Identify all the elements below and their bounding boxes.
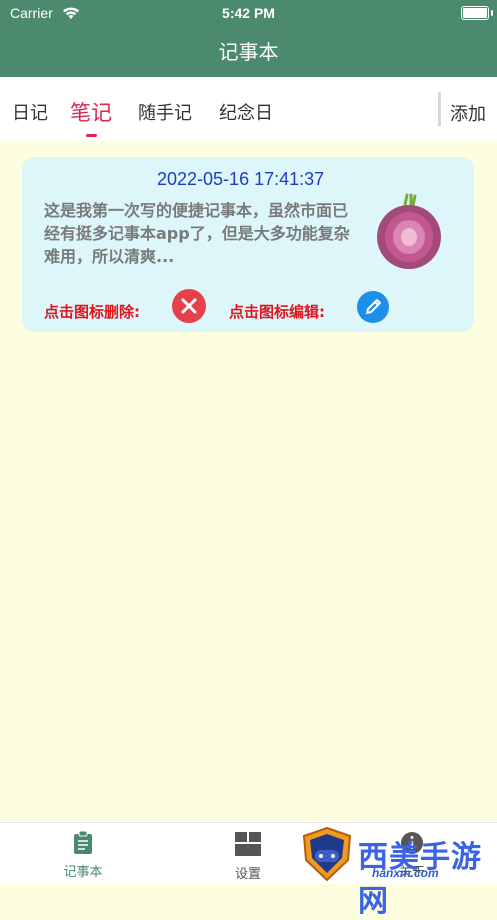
clipboard-icon xyxy=(74,830,92,854)
bottom-tab-notebook[interactable]: 记事本 xyxy=(33,830,133,880)
onion-icon xyxy=(377,193,441,269)
nav-header: Carrier 5:42 PM 记事本 xyxy=(0,0,497,77)
page-title: 记事本 xyxy=(218,40,279,64)
tab-notes[interactable]: 笔记 xyxy=(70,97,112,127)
divider xyxy=(438,92,441,126)
note-card[interactable]: 2022-05-16 17:41:37 这是我第一次写的便捷记事本，虽然市面已经… xyxy=(22,157,474,332)
edit-hint-label: 点击图标编辑: xyxy=(229,303,325,321)
status-bar: Carrier 5:42 PM xyxy=(0,4,497,24)
note-date: 2022-05-16 17:41:37 xyxy=(157,169,325,189)
delete-hint-label: 点击图标删除: xyxy=(44,303,140,321)
dashboard-icon xyxy=(235,832,261,856)
tab-diary[interactable]: 日记 xyxy=(12,99,48,125)
clock: 5:42 PM xyxy=(222,5,275,21)
battery-icon xyxy=(461,6,493,20)
tab-anniversary[interactable]: 纪念日 xyxy=(219,99,273,125)
active-tab-indicator xyxy=(86,134,97,137)
bottom-tab-notebook-label: 记事本 xyxy=(63,865,103,880)
note-preview: 这是我第一次写的便捷记事本，虽然市面已经有挺多记事本app了，但是大多功能复杂难… xyxy=(44,201,350,266)
bottom-tab-settings-label: 设置 xyxy=(234,867,261,882)
pencil-icon xyxy=(366,299,381,314)
tab-jottings[interactable]: 随手记 xyxy=(138,99,192,125)
add-button[interactable]: 添加 xyxy=(450,100,486,126)
category-tabs: 日记 笔记 随手记 纪念日 xyxy=(0,77,497,141)
watermark: 西美手游网 hanxm.com xyxy=(300,826,497,919)
delete-button[interactable] xyxy=(172,289,206,323)
watermark-url: hanxm.com xyxy=(372,866,439,880)
bottom-tab-settings[interactable]: 设置 xyxy=(198,831,298,882)
close-icon xyxy=(181,298,197,314)
shield-logo-icon xyxy=(302,826,352,882)
edit-button[interactable] xyxy=(357,291,389,323)
